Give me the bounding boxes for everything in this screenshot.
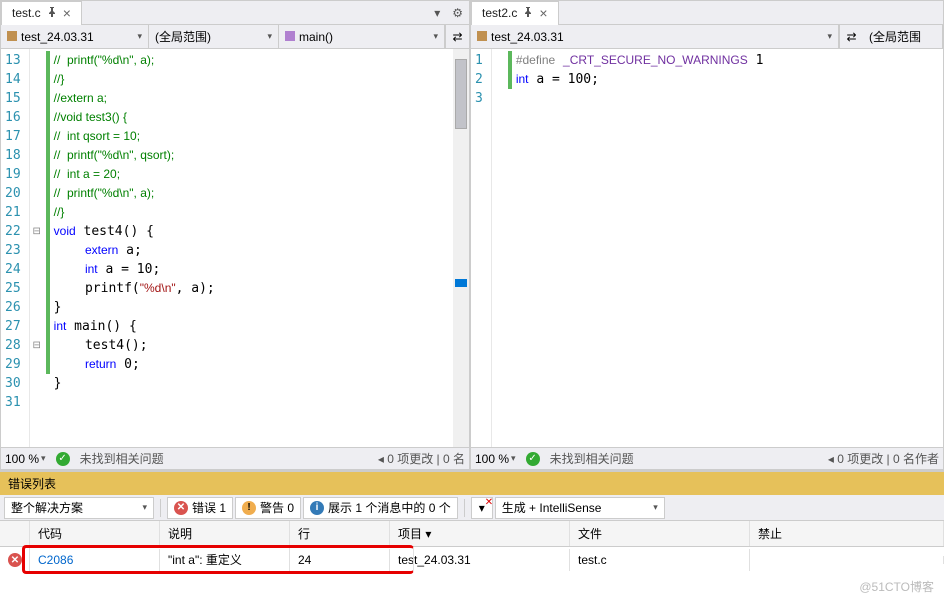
error-line: 24 <box>290 549 390 571</box>
error-list-panel: 错误列表 整个解决方案 ▾ ✕ 错误 1 ! 警告 0 i 展示 1 个消息中的… <box>0 470 944 597</box>
error-toolbar: 整个解决方案 ▾ ✕ 错误 1 ! 警告 0 i 展示 1 个消息中的 0 个 … <box>0 495 944 521</box>
status-bar-left: 100 %▾ ✓ 未找到相关问题 ◂ 0 项更改 | 0 名 <box>1 447 469 469</box>
col-proj-header[interactable]: 项目 ▾ <box>390 521 570 546</box>
close-icon[interactable]: × <box>539 8 547 18</box>
status-text: 未找到相关问题 <box>80 450 164 467</box>
nav-scope-label: (全局范围) <box>155 28 211 45</box>
editor-pane-right: test2.c × test_24.03.31 ▾ ⇄ (全局范围 123 #d… <box>470 0 944 470</box>
line-number-gutter: 123 <box>471 49 492 447</box>
nav-bar-left: test_24.03.31 ▾ (全局范围) ▾ main() ▾ ⇄ <box>1 25 469 49</box>
error-code[interactable]: C2086 <box>30 549 160 571</box>
chevron-down-icon: ▾ <box>511 453 516 464</box>
pin-icon[interactable] <box>523 6 533 20</box>
nav-file-label: test_24.03.31 <box>491 30 564 44</box>
tab-bar-left: test.c × ▾ ⚙ <box>1 1 469 25</box>
nav-file-dropdown[interactable]: test_24.03.31 ▾ <box>1 25 149 48</box>
clear-filter-icon: ▾✕ <box>479 501 485 515</box>
tab-label: test.c <box>12 6 41 20</box>
messages-toggle[interactable]: i 展示 1 个消息中的 0 个 <box>303 497 458 519</box>
error-forbid <box>750 556 944 564</box>
col-code-header[interactable]: 代码 <box>30 521 160 546</box>
error-list-title: 错误列表 <box>0 472 944 495</box>
nav-function-label: main() <box>299 30 333 44</box>
swap-icon[interactable]: ⇄ <box>839 25 863 48</box>
scroll-marker <box>455 279 467 287</box>
chevron-down-icon: ▾ <box>137 31 142 42</box>
chevron-down-icon: ▾ <box>142 502 147 513</box>
solution-filter-dropdown[interactable]: 整个解决方案 ▾ <box>4 497 154 519</box>
fold-column[interactable] <box>492 49 506 447</box>
tab-bar-right: test2.c × <box>471 1 943 25</box>
dropdown-arrow-icon[interactable]: ▾ <box>434 6 440 20</box>
chevron-down-icon: ▾ <box>41 453 46 464</box>
nav-file-dropdown[interactable]: test_24.03.31 ▾ <box>471 25 839 48</box>
error-desc: "int a": 重定义 <box>160 547 290 572</box>
vertical-scrollbar[interactable] <box>453 49 469 447</box>
nav-function-dropdown[interactable]: main() ▾ <box>279 25 445 48</box>
col-forbid-header[interactable]: 禁止 <box>750 521 944 546</box>
error-table-header: 代码 说明 行 项目 ▾ 文件 禁止 <box>0 521 944 547</box>
warnings-toggle[interactable]: ! 警告 0 <box>235 497 301 519</box>
project-icon <box>7 30 17 44</box>
clear-filter-button[interactable]: ▾✕ <box>471 497 493 519</box>
changes-text: ◂ 0 项更改 | 0 名作者 <box>828 450 939 467</box>
error-icon: ✕ <box>8 553 22 567</box>
scrollbar-thumb[interactable] <box>455 59 467 129</box>
warning-icon: ! <box>242 501 256 515</box>
code-editor-right[interactable]: 123 #define _CRT_SECURE_NO_WARNINGS 1int… <box>471 49 943 447</box>
project-icon <box>477 30 487 44</box>
tab-test2-c[interactable]: test2.c × <box>471 1 559 25</box>
ok-check-icon: ✓ <box>526 452 540 466</box>
chevron-down-icon: ▾ <box>653 502 658 513</box>
nav-scope-label: (全局范围 <box>869 28 921 45</box>
chevron-down-icon: ▾ <box>433 31 438 42</box>
col-icon[interactable] <box>0 521 30 546</box>
zoom-dropdown[interactable]: 100 %▾ <box>5 452 46 466</box>
error-row[interactable]: ✕ C2086 "int a": 重定义 24 test_24.03.31 te… <box>0 547 944 572</box>
error-icon: ✕ <box>174 501 188 515</box>
nav-scope-dropdown[interactable]: (全局范围 <box>863 25 943 48</box>
col-file-header[interactable]: 文件 <box>570 521 750 546</box>
function-icon <box>285 30 295 44</box>
changes-text: ◂ 0 项更改 | 0 名 <box>378 450 465 467</box>
pin-icon[interactable] <box>47 6 57 20</box>
error-project: test_24.03.31 <box>390 549 570 571</box>
row-icon: ✕ <box>0 548 30 572</box>
code-editor-left[interactable]: 13141516171819202122232425262728293031 ⊟… <box>1 49 469 447</box>
ok-check-icon: ✓ <box>56 452 70 466</box>
watermark: @51CTO博客 <box>859 578 934 595</box>
tab-test-c[interactable]: test.c × <box>1 1 82 25</box>
nav-scope-dropdown[interactable]: (全局范围) ▾ <box>149 25 279 48</box>
col-desc-header[interactable]: 说明 <box>160 521 290 546</box>
chevron-down-icon: ▾ <box>267 31 272 42</box>
error-table: 代码 说明 行 项目 ▾ 文件 禁止 ✕ C2086 "int a": 重定义 … <box>0 521 944 597</box>
editor-pane-left: test.c × ▾ ⚙ test_24.03.31 ▾ (全局范围) ▾ ma… <box>0 0 470 470</box>
fold-column[interactable]: ⊟⊟ <box>30 49 44 447</box>
col-line-header[interactable]: 行 <box>290 521 390 546</box>
error-file: test.c <box>570 549 750 571</box>
line-number-gutter: 13141516171819202122232425262728293031 <box>1 49 30 447</box>
status-bar-right: 100 %▾ ✓ 未找到相关问题 ◂ 0 项更改 | 0 名作者 <box>471 447 943 469</box>
tab-label: test2.c <box>482 6 517 20</box>
code-area[interactable]: // printf("%d\n", a);//}//extern a;//voi… <box>44 49 469 447</box>
gear-icon[interactable]: ⚙ <box>452 6 463 20</box>
chevron-down-icon: ▾ <box>827 31 832 42</box>
code-area[interactable]: #define _CRT_SECURE_NO_WARNINGS 1int a =… <box>506 49 943 447</box>
close-icon[interactable]: × <box>63 8 71 18</box>
nav-file-label: test_24.03.31 <box>21 30 94 44</box>
status-text: 未找到相关问题 <box>550 450 634 467</box>
info-icon: i <box>310 501 324 515</box>
errors-toggle[interactable]: ✕ 错误 1 <box>167 497 233 519</box>
nav-bar-right: test_24.03.31 ▾ ⇄ (全局范围 <box>471 25 943 49</box>
build-filter-dropdown[interactable]: 生成 + IntelliSense ▾ <box>495 497 665 519</box>
swap-icon[interactable]: ⇄ <box>445 25 469 48</box>
zoom-dropdown[interactable]: 100 %▾ <box>475 452 516 466</box>
